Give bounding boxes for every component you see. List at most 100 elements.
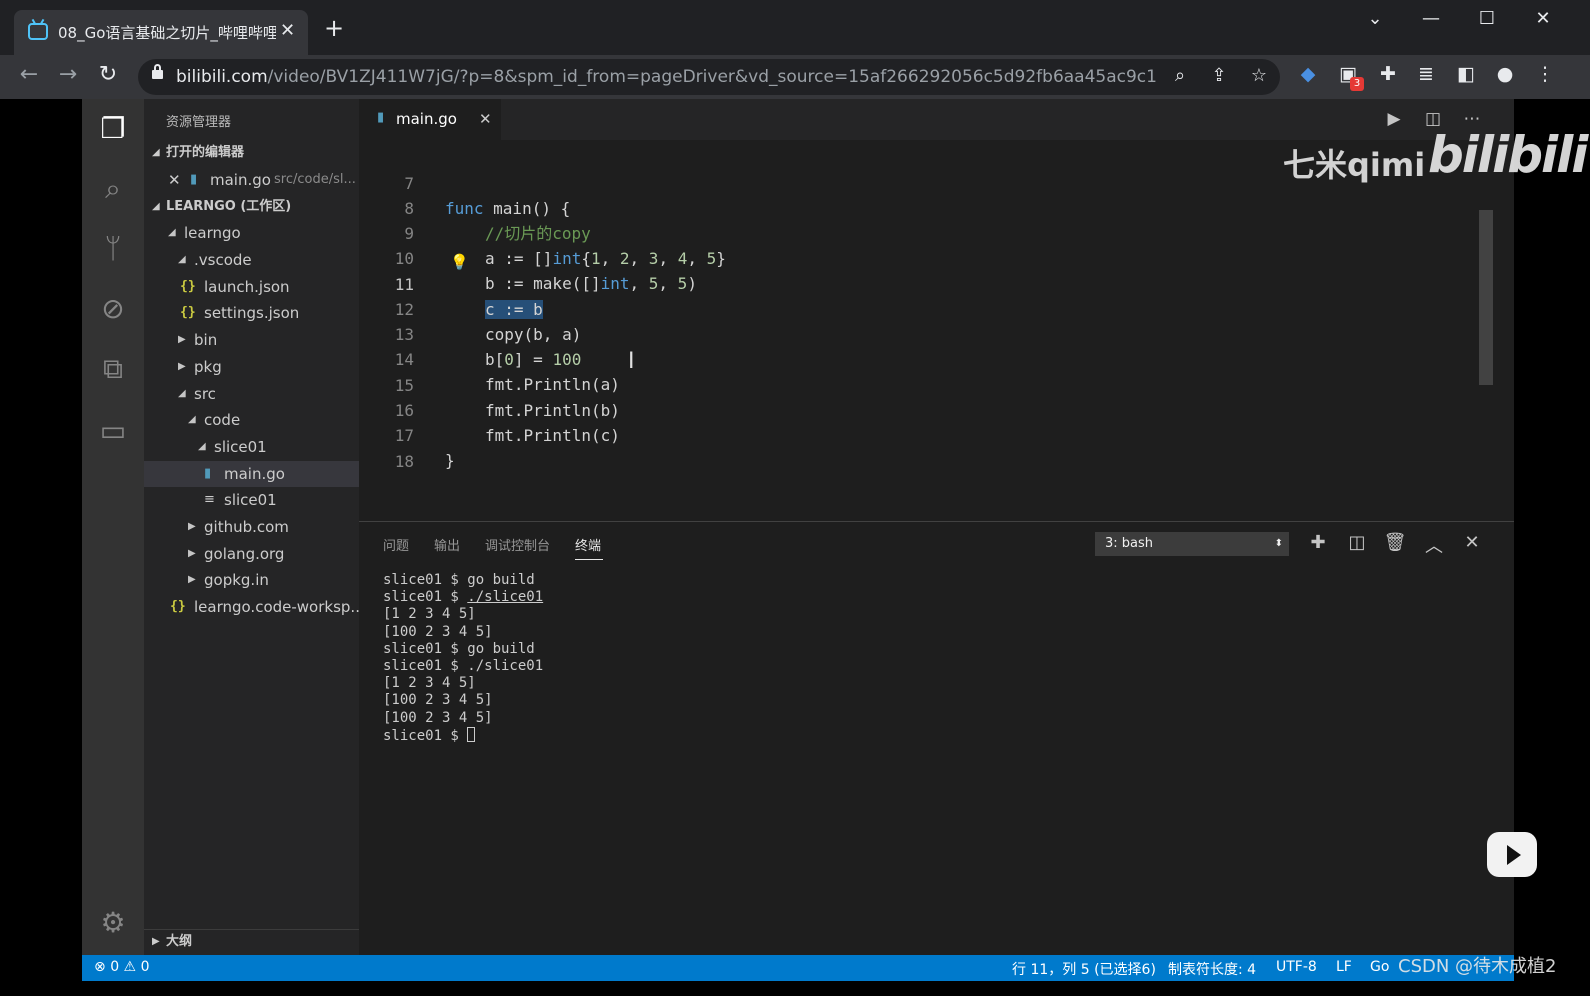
language-status[interactable]: Go (1370, 959, 1389, 975)
tab-size-status[interactable]: 制表符长度: 4 (1168, 959, 1256, 979)
tab-debug-console[interactable]: 调试控制台 (485, 535, 550, 554)
trash-icon[interactable]: 🗑 (1383, 532, 1407, 553)
tree-folder-gopkg[interactable]: ▶ gopkg.in (144, 567, 359, 593)
address-bar[interactable]: bilibili.com/video/BV1ZJ411W7jG/?p=8&spm… (138, 59, 1280, 95)
side-panel-icon[interactable]: ◧ (1452, 63, 1480, 85)
terminal-line: slice01 $ go build (383, 572, 535, 588)
tab-terminal[interactable]: 终端 (575, 535, 601, 554)
sidebar-title: 资源管理器 (166, 115, 232, 130)
tree-file-main-go[interactable]: ▮ main.go (144, 461, 359, 487)
scrollbar-thumb[interactable] (1479, 210, 1493, 385)
tree-folder-src[interactable]: ◢ src (144, 381, 359, 407)
terminal-line: slice01 $ ./slice01 (383, 657, 544, 674)
bookmark-star-icon[interactable]: ☆ (1246, 65, 1272, 86)
eol-status[interactable]: LF (1336, 959, 1352, 975)
code-line: 18 (394, 452, 414, 471)
watermark-qimi: 七米qimi (1283, 146, 1426, 184)
code-editor[interactable]: 7 func main() { 8 //切片的copy 9 a := []int… (359, 145, 1479, 515)
editor-tab-main-go[interactable]: ▮ main.go ✕ (359, 99, 501, 140)
tab-close-icon[interactable]: ✕ (280, 20, 295, 42)
chevron-down-icon: ◢ (168, 227, 176, 238)
extension-diamond-icon[interactable]: ◆ (1294, 63, 1322, 85)
terminal-output[interactable]: slice01 $ go build slice01 $ ./slice01 [… (383, 572, 1483, 952)
reload-icon[interactable]: ↻ (93, 62, 123, 87)
close-icon[interactable]: ✕ (168, 167, 181, 193)
active-tab-underline (575, 559, 603, 560)
url-text[interactable]: bilibili.com/video/BV1ZJ411W7jG/?p=8&spm… (176, 67, 1156, 89)
maximize-window-icon[interactable]: ☐ (1472, 8, 1502, 29)
extensions-icon[interactable]: ⧉ (95, 351, 131, 387)
tree-file-settings-json[interactable]: {} settings.json (144, 300, 359, 326)
tree-folder-code[interactable]: ◢ code (144, 407, 359, 433)
new-tab-button[interactable]: + (324, 16, 344, 40)
tree-folder-pkg[interactable]: ▶ pkg (144, 354, 359, 380)
extension-badge: 3 (1350, 77, 1364, 91)
debug-icon[interactable]: ⊘ (95, 291, 131, 327)
close-window-icon[interactable]: ✕ (1528, 8, 1558, 29)
media-control-icon[interactable]: ≣ (1412, 63, 1440, 85)
share-icon[interactable]: ⇪ (1206, 65, 1232, 86)
tab-output[interactable]: 输出 (434, 535, 460, 554)
zoom-icon[interactable]: ⌕ (1167, 65, 1193, 86)
tree-folder-golang[interactable]: ▶ golang.org (144, 541, 359, 567)
code-line: 14 fmt.Println(a) (394, 350, 620, 394)
open-editors-header[interactable]: ◢ 打开的编辑器 (144, 141, 359, 165)
open-editor-item[interactable]: ✕ ▮ main.go src/code/sl... (144, 167, 359, 193)
browser-tab[interactable]: 08_Go语言基础之切片_哔哩哔哩 ✕ (14, 10, 308, 55)
tab-search-chevron-icon[interactable]: ⌄ (1360, 8, 1390, 29)
tree-file-slice01-binary[interactable]: ≡ slice01 (144, 487, 359, 513)
tree-folder-slice01[interactable]: ◢ slice01 (144, 434, 359, 460)
tree-folder-github[interactable]: ▶ github.com (144, 514, 359, 540)
outline-header[interactable]: ▶ 大纲 (144, 929, 359, 955)
chevron-right-icon: ▶ (178, 361, 186, 372)
forward-icon[interactable]: → (53, 62, 83, 87)
run-icon[interactable]: ▶ (1382, 109, 1406, 129)
split-terminal-icon[interactable]: ◫ (1345, 532, 1369, 553)
cursor-position-status[interactable]: 行 11，列 5 (已选择6) (1012, 959, 1156, 979)
close-icon[interactable]: ✕ (479, 110, 492, 128)
terminal-select[interactable]: 3: bash ⬍ (1095, 532, 1289, 556)
lightbulb-icon[interactable]: 💡 (450, 253, 469, 271)
tree-folder-learngo[interactable]: ◢ learngo (144, 220, 359, 246)
encoding-status[interactable]: UTF-8 (1276, 959, 1317, 975)
tree-file-workspace[interactable]: {} learngo.code-worksp... (144, 594, 359, 620)
file-lines-icon: ≡ (204, 492, 215, 507)
explorer-sidebar: 资源管理器 ◢ 打开的编辑器 ✕ ▮ main.go src/code/sl..… (144, 99, 359, 955)
maximize-panel-icon[interactable]: ︿ (1422, 532, 1446, 558)
terminal-line: [100 2 3 4 5] (383, 692, 493, 709)
tab-title: 08_Go语言基础之切片_哔哩哔哩 (58, 24, 276, 42)
menu-kebab-icon[interactable]: ⋮ (1531, 63, 1559, 85)
tree-folder-vscode[interactable]: ◢ .vscode (144, 247, 359, 273)
terminal-line: slice01 $ go build (383, 640, 535, 657)
chevron-right-icon: ▶ (152, 936, 160, 947)
terminal-line: [100 2 3 4 5] (383, 623, 493, 640)
code-line: 12 copy(b, a) (394, 300, 582, 344)
gear-icon[interactable]: ⚙ (95, 905, 131, 941)
play-icon[interactable] (1487, 832, 1537, 877)
terminal-line: [1 2 3 4 5] (383, 606, 476, 623)
editor-scrollbar[interactable] (1479, 140, 1493, 520)
code-line: 13 b[0] = 100 (394, 325, 582, 369)
new-terminal-icon[interactable]: ✚ (1306, 532, 1330, 553)
search-icon[interactable]: ⌕ (95, 171, 131, 207)
lock-icon[interactable] (152, 64, 163, 79)
tab-problems[interactable]: 问题 (383, 535, 409, 554)
tree-file-launch-json[interactable]: {} launch.json (144, 274, 359, 300)
browser-toolbar: ← → ↻ bilibili.com/video/BV1ZJ411W7jG/?p… (0, 55, 1590, 99)
explorer-icon[interactable]: ❐ (95, 111, 131, 147)
workspace-header[interactable]: ◢ LEARNGO (工作区) (144, 195, 359, 219)
problems-status[interactable]: ⊗ 0 ⚠ 0 (94, 959, 149, 975)
close-panel-icon[interactable]: ✕ (1460, 532, 1484, 553)
minimize-window-icon[interactable]: — (1416, 8, 1446, 29)
csdn-watermark: CSDN @待木成植2 (1398, 956, 1557, 977)
chevron-down-icon: ◢ (198, 441, 206, 452)
activity-bar: ❐ ⌕ ᛘ ⊘ ⧉ ▭ ⚙ (82, 99, 144, 955)
select-arrows-icon: ⬍ (1274, 538, 1283, 549)
folder-icon[interactable]: ▭ (95, 413, 131, 449)
watermark-bilibili-logo: bilibili (1428, 126, 1588, 184)
back-icon[interactable]: ← (14, 62, 44, 87)
extensions-puzzle-icon[interactable]: ✚ (1374, 63, 1402, 85)
tree-folder-bin[interactable]: ▶ bin (144, 327, 359, 353)
source-control-icon[interactable]: ᛘ (95, 231, 131, 267)
profile-avatar-icon[interactable]: ● (1491, 63, 1519, 85)
